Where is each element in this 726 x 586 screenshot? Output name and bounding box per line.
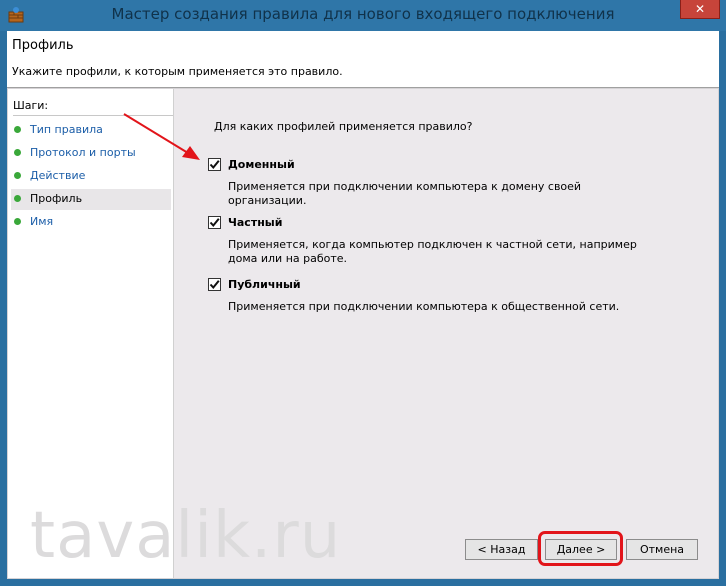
step-bullet-icon (14, 172, 21, 179)
next-button[interactable]: Далее > (545, 539, 617, 560)
step-label: Профиль (30, 192, 83, 205)
public-label[interactable]: Публичный (228, 278, 301, 291)
step-label[interactable]: Действие (30, 169, 85, 182)
private-label[interactable]: Частный (228, 216, 282, 229)
public-checkbox[interactable] (208, 278, 221, 291)
watermark: tavalik.ru (30, 499, 342, 573)
step-action[interactable]: Действие (11, 166, 171, 187)
title-bar[interactable]: Мастер создания правила для нового входя… (0, 0, 726, 31)
checkmark-icon (209, 280, 220, 290)
step-label[interactable]: Тип правила (30, 123, 103, 136)
domain-description: Применяется при подключении компьютера к… (228, 180, 582, 207)
step-name[interactable]: Имя (11, 212, 171, 233)
domain-label[interactable]: Доменный (228, 158, 295, 171)
step-bullet-icon (14, 149, 21, 156)
checkmark-icon (209, 218, 220, 228)
back-button[interactable]: < Назад (465, 539, 538, 560)
step-bullet-icon (14, 218, 21, 225)
close-icon[interactable]: ✕ (695, 2, 705, 16)
wizard-body: Шаги: Тип правила Протокол и порты Дейст… (7, 88, 719, 579)
checkmark-icon (209, 160, 220, 170)
step-bullet-icon (14, 126, 21, 133)
wizard-window: Мастер создания правила для нового входя… (0, 0, 726, 586)
private-description: Применяется, когда компьютер подключен к… (228, 238, 637, 265)
step-label[interactable]: Имя (30, 215, 53, 228)
close-button[interactable]: ✕ (680, 0, 720, 19)
public-description: Применяется при подключении компьютера к… (228, 300, 620, 313)
annotation-arrow-icon (123, 113, 200, 160)
private-checkbox[interactable] (208, 216, 221, 229)
domain-checkbox[interactable] (208, 158, 221, 171)
profiles-question: Для каких профилей применяется правило? (214, 120, 473, 133)
page-header: Профиль Укажите профили, к которым приме… (7, 31, 719, 88)
step-bullet-icon (14, 195, 21, 202)
page-description: Укажите профили, к которым применяется э… (12, 65, 343, 78)
cancel-button[interactable]: Отмена (626, 539, 698, 560)
page-title: Профиль (12, 38, 74, 53)
window-title: Мастер создания правила для нового входя… (111, 5, 615, 23)
step-profile: Профиль (11, 189, 171, 210)
